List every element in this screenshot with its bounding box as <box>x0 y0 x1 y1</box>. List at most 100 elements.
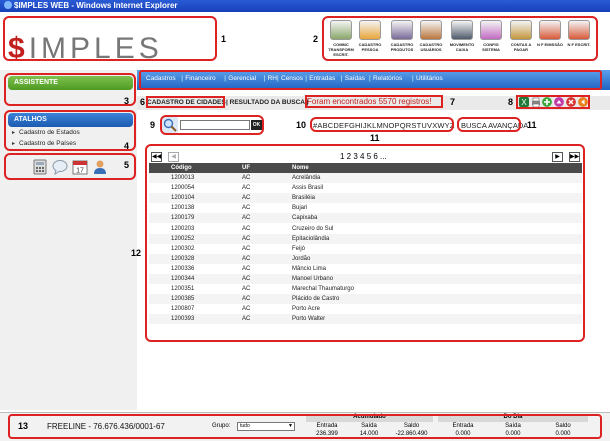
table-row[interactable]: 1200013 AC Acrelândia <box>149 173 582 184</box>
menu-item-7[interactable]: Relatórios <box>373 75 402 82</box>
menu-item-8[interactable]: Utilitários <box>416 75 443 82</box>
cities-table: Código UF Nome 1200013 AC Acrelândia 120005… <box>149 163 582 325</box>
cell-nome: Porto Walter <box>270 314 582 325</box>
shortcut-cadastro-paises[interactable]: Cadastro de Países <box>12 140 76 147</box>
advanced-search-link[interactable]: BUSCA AVANÇADA <box>461 121 528 130</box>
cell-nome: Jordão <box>270 253 582 264</box>
column-header-uf[interactable]: UF <box>220 163 270 173</box>
menu-item-5[interactable]: Entradas <box>309 75 335 82</box>
do-dia-saida-label: Saída <box>505 423 521 429</box>
products-icon <box>391 20 413 40</box>
assistente-panel-header[interactable]: ASSISTENTE <box>8 76 133 90</box>
next-page-button[interactable]: ▶ <box>552 152 563 162</box>
breadcrumb-result[interactable]: | RESULTADO DA BUSCA | <box>226 99 308 106</box>
annotation-5: 5 <box>124 160 130 170</box>
menu-item-3[interactable]: RH <box>268 75 277 82</box>
user-icon[interactable] <box>92 159 108 175</box>
cell-codigo: 1200013 <box>149 173 220 184</box>
annotation-11a: 11 <box>370 133 380 143</box>
annotation-6: 6 <box>140 97 146 107</box>
table-row[interactable]: 1200252 AC Epitaciolândia <box>149 233 582 244</box>
prev-page-button[interactable]: ◀ <box>168 152 179 162</box>
grupo-select[interactable]: tudo ▼ <box>237 422 295 431</box>
table-row[interactable]: 1200138 AC Bujari <box>149 203 582 214</box>
module-button-5[interactable]: CONFIG SISTEMA <box>478 20 504 58</box>
ie-icon <box>4 1 12 9</box>
module-button-7[interactable]: N F EMISSÃO <box>537 20 563 58</box>
annotation-8: 8 <box>508 97 514 107</box>
table-row[interactable]: 1200351 AC Marechal Thaumaturgo <box>149 284 582 295</box>
back-icon[interactable] <box>578 97 588 107</box>
column-header-nome[interactable]: Nome <box>270 163 582 173</box>
cell-codigo: 1200054 <box>149 183 220 194</box>
first-page-button[interactable]: ◀◀ <box>151 152 162 162</box>
menu-item-2[interactable]: Gerencial <box>228 75 256 82</box>
breadcrumb-current[interactable]: CADASTRO DE CIDADES <box>147 99 226 106</box>
module-button-2[interactable]: CADASTRO PRODUTOS <box>389 20 415 58</box>
acumulado-saida-value: 14.000 <box>359 431 379 437</box>
search-ok-button[interactable]: OK <box>251 120 262 130</box>
table-row[interactable]: 1200054 AC Assis Brasil <box>149 183 582 194</box>
table-row[interactable]: 1200328 AC Jordão <box>149 253 582 264</box>
search-input[interactable] <box>180 120 250 130</box>
shortcut-cadastro-estados[interactable]: Cadastro de Estados <box>12 129 80 136</box>
svg-text:17: 17 <box>76 168 84 175</box>
print-icon[interactable] <box>531 97 541 107</box>
cell-nome: Epitaciolândia <box>270 233 582 244</box>
chevron-down-icon: ▼ <box>288 423 293 429</box>
menu-separator: | <box>412 75 414 82</box>
chat-icon[interactable] <box>52 159 68 175</box>
cell-nome: Acrelândia <box>270 173 582 184</box>
cell-uf: AC <box>220 243 270 254</box>
table-row[interactable]: 1200344 AC Manoel Urbano <box>149 273 582 285</box>
table-row[interactable]: 1200385 AC Plácido de Castro <box>149 294 582 305</box>
menu-separator: | <box>340 75 343 82</box>
table-row[interactable]: 1200336 AC Mâncio Lima <box>149 263 582 274</box>
table-row[interactable]: 1200203 AC Cruzeiro do Sul <box>149 223 582 234</box>
menu-item-6[interactable]: Saídas <box>345 75 365 82</box>
module-button-1[interactable]: CADASTRO PESSOA <box>357 20 383 58</box>
module-button-0[interactable]: COMMC TRANSFORM ESCRIT. <box>328 20 354 58</box>
atalhos-panel-header[interactable]: ATALHOS <box>8 113 133 127</box>
cell-codigo: 1200104 <box>149 193 220 204</box>
table-row[interactable]: 1200393 AC Porto Walter <box>149 314 582 325</box>
annotation-7: 7 <box>450 97 456 107</box>
calculator-icon[interactable] <box>32 159 48 175</box>
menu-item-0[interactable]: Cadastros <box>146 75 176 82</box>
table-row[interactable]: 1200302 AC Feijó <box>149 243 582 254</box>
module-label: CADASTRO USUÁRIOS <box>419 42 443 52</box>
module-button-4[interactable]: MOVIMENTO CAIXA <box>449 20 475 58</box>
add-record-icon[interactable] <box>542 97 552 107</box>
cell-codigo: 1200385 <box>149 294 220 305</box>
cell-uf: AC <box>220 294 270 305</box>
annotation-4: 4 <box>124 141 130 151</box>
cell-nome: Cruzeiro do Sul <box>270 223 582 234</box>
module-label: CADASTRO PRODUTOS <box>390 42 414 52</box>
last-page-button[interactable]: ▶▶ <box>569 152 580 162</box>
config-icon <box>480 20 502 40</box>
module-button-3[interactable]: CADASTRO USUÁRIOS <box>418 20 444 58</box>
table-row[interactable]: 1200104 AC Brasiléia <box>149 193 582 204</box>
acumulado-entrada-label: Entrada <box>316 423 338 429</box>
module-button-6[interactable]: CONTAS A PAGAR <box>508 20 534 58</box>
menu-item-4[interactable]: Censos <box>281 75 303 82</box>
cell-uf: AC <box>220 263 270 274</box>
calendar-icon[interactable]: 17 <box>72 159 88 175</box>
table-row[interactable]: 1200807 AC Porto Acre <box>149 304 582 315</box>
menu-item-1[interactable]: Financeiro <box>185 75 215 82</box>
annotation-1: 1 <box>221 34 227 44</box>
table-row[interactable]: 1200179 AC Capixaba <box>149 213 582 224</box>
delete-record-icon[interactable] <box>566 97 576 107</box>
move-up-icon[interactable] <box>554 97 564 107</box>
module-label: CADASTRO PESSOA <box>358 42 382 52</box>
alphabet-filter[interactable]: #ABCDEFGHIJKLMNOPQRSTUVXWYZ <box>313 121 455 130</box>
cell-nome: Manoel Urbano <box>270 273 582 285</box>
acumulado-title: Acumulado <box>306 414 433 422</box>
column-header-codigo[interactable]: Código <box>149 163 220 173</box>
cell-nome: Mâncio Lima <box>270 263 582 274</box>
module-button-8[interactable]: N F ESCRIT. <box>566 20 592 58</box>
page-numbers[interactable]: 1 2 3 4 5 6 ... <box>340 152 387 161</box>
search-icon[interactable] <box>162 117 178 133</box>
excel-export-icon[interactable]: X <box>519 97 529 107</box>
cell-uf: AC <box>220 173 270 184</box>
